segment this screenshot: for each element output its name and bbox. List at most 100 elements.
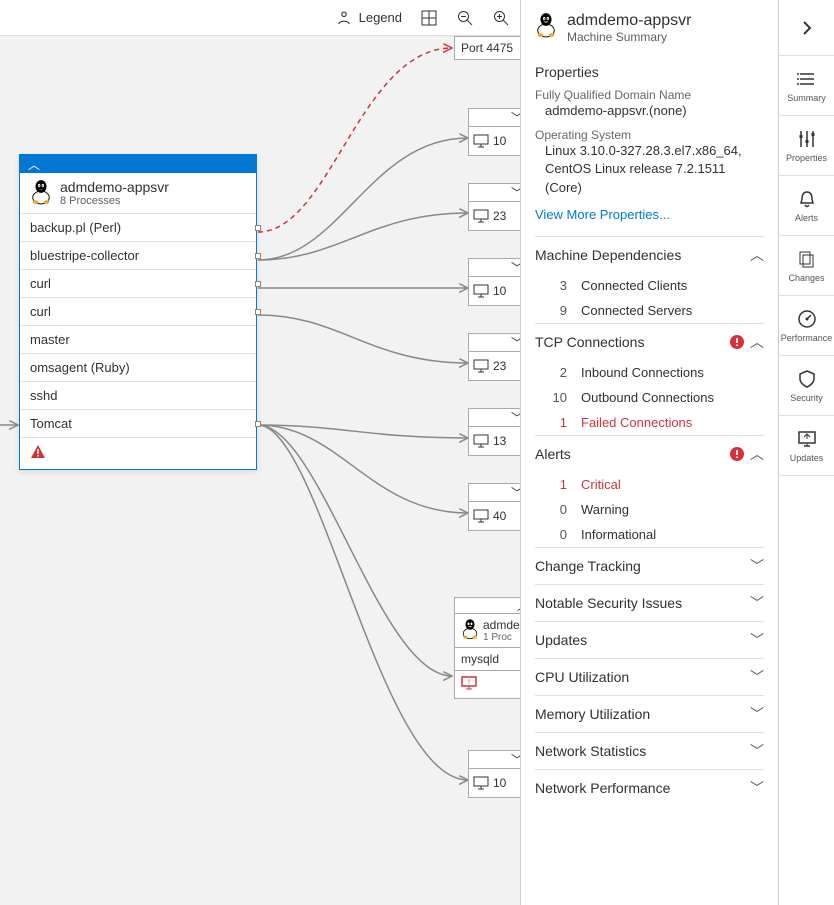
process-item[interactable]: backup.pl (Perl) (20, 213, 256, 241)
os-value: Linux 3.10.0-327.28.3.el7.x86_64, CentOS… (535, 142, 764, 197)
section-network-statistics[interactable]: Network Statistics﹀ (535, 732, 764, 769)
fit-screen-button[interactable] (420, 9, 438, 27)
tux-icon (461, 618, 479, 640)
machine-name: admdemo-appsvr (60, 179, 169, 195)
rail-item-updates[interactable]: Updates (779, 416, 834, 476)
view-more-properties-link[interactable]: View More Properties... (535, 207, 670, 222)
tcp-row[interactable]: 2Inbound Connections (535, 360, 764, 385)
svg-text:!: ! (468, 679, 470, 686)
zoom-out-button[interactable] (456, 9, 474, 27)
server-group-node[interactable]: ﹀ 10 (468, 750, 528, 798)
properties-heading: Properties (535, 64, 764, 80)
section-network-performance[interactable]: Network Performance﹀ (535, 769, 764, 806)
process-item[interactable]: bluestripe-collector (20, 241, 256, 269)
zoom-in-button[interactable] (492, 9, 510, 27)
chevron-up-icon: ︿ (750, 444, 764, 464)
server-group-count: 13 (493, 434, 506, 448)
shield-icon (797, 369, 817, 389)
alert-row[interactable]: 0Warning (535, 497, 764, 522)
tcp-row-failed[interactable]: 1Failed Connections (535, 410, 764, 435)
section-updates[interactable]: Updates﹀ (535, 621, 764, 658)
rail-item-properties[interactable]: Properties (779, 116, 834, 176)
server-group-node[interactable]: ﹀ 40 (468, 483, 528, 531)
monitor-icon (473, 775, 489, 791)
chevron-down-icon: ﹀ (750, 667, 764, 687)
changes-icon (797, 249, 817, 269)
sliders-icon (797, 129, 817, 149)
panel-title: admdemo-appsvr (567, 12, 692, 30)
panel-subtitle: Machine Summary (567, 30, 692, 44)
rail-expand-button[interactable] (779, 0, 834, 56)
section-notable-security-issues[interactable]: Notable Security Issues﹀ (535, 584, 764, 621)
section-machine-dependencies[interactable]: Machine Dependencies ︿ (535, 236, 764, 273)
server-group-node[interactable]: ﹀ 13 (468, 408, 528, 456)
server-group-count: 10 (493, 134, 506, 148)
os-label: Operating System (535, 128, 764, 142)
monitor-update-icon (797, 429, 817, 449)
rail-item-performance[interactable]: Performance (779, 296, 834, 356)
process-item[interactable]: master (20, 325, 256, 353)
chevron-right-icon (800, 21, 814, 35)
server-group-count: 23 (493, 359, 506, 373)
server-group-count: 10 (493, 776, 506, 790)
section-alerts[interactable]: Alerts ︿ (535, 435, 764, 472)
rail-item-security[interactable]: Security (779, 356, 834, 416)
monitor-icon (473, 358, 489, 374)
map-toolbar: Legend (0, 0, 520, 36)
server-group-node[interactable]: ﹀ 10 (468, 108, 528, 156)
rail-item-alerts[interactable]: Alerts (779, 176, 834, 236)
server-group-node[interactable]: ﹀ 23 (468, 183, 528, 231)
process-item[interactable]: curl (20, 269, 256, 297)
process-item[interactable]: omsagent (Ruby) (20, 353, 256, 381)
dependency-row[interactable]: 3Connected Clients (535, 273, 764, 298)
machine-title-row: admdemo-appsvr 8 Processes (20, 173, 256, 213)
fqdn-value: admdemo-appsvr.(none) (535, 102, 764, 120)
alert-row[interactable]: 0Informational (535, 522, 764, 547)
bell-icon (797, 189, 817, 209)
chevron-down-icon: ﹀ (750, 556, 764, 576)
details-panel-header: admdemo-appsvr Machine Summary (521, 0, 778, 50)
legend-button[interactable]: Legend (335, 9, 402, 27)
section-cpu-utilization[interactable]: CPU Utilization﹀ (535, 658, 764, 695)
gauge-icon (797, 309, 817, 329)
section-tcp-connections[interactable]: TCP Connections ︿ (535, 323, 764, 360)
tcp-row[interactable]: 10Outbound Connections (535, 385, 764, 410)
section-change-tracking[interactable]: Change Tracking﹀ (535, 547, 764, 584)
section-memory-utilization[interactable]: Memory Utilization﹀ (535, 695, 764, 732)
machine-alert-indicator[interactable] (20, 437, 256, 469)
monitor-icon (473, 208, 489, 224)
alert-row-critical[interactable]: 1Critical (535, 472, 764, 497)
server-group-count: 10 (493, 284, 506, 298)
chevron-up-icon: ︿ (750, 245, 764, 265)
monitor-icon (473, 283, 489, 299)
server-group-node[interactable]: ﹀ 10 (468, 258, 528, 306)
right-nav-rail: Summary Properties Alerts Changes Perfor… (778, 0, 834, 905)
person-icon (335, 9, 353, 27)
monitor-icon (473, 508, 489, 524)
process-item[interactable]: sshd (20, 381, 256, 409)
tux-icon (535, 12, 557, 38)
chevron-up-icon: ︿ (750, 332, 764, 352)
error-badge-icon (730, 335, 744, 349)
fqdn-label: Fully Qualified Domain Name (535, 88, 764, 102)
server-group-count: 23 (493, 209, 506, 223)
list-icon (797, 69, 817, 89)
machine-process-count: 8 Processes (60, 195, 169, 207)
tux-icon (30, 179, 52, 205)
port-node-label: Port 4475 (461, 41, 513, 55)
machine-node-card[interactable]: ︿ admdemo-appsvr 8 Processes backup.pl (… (19, 154, 257, 470)
server-group-count: 40 (493, 509, 506, 523)
rail-item-changes[interactable]: Changes (779, 236, 834, 296)
monitor-alert-icon: ! (461, 675, 477, 691)
chevron-up-icon: ︿ (28, 156, 40, 173)
process-item[interactable]: curl (20, 297, 256, 325)
chevron-down-icon: ﹀ (750, 778, 764, 798)
server-group-node[interactable]: ﹀ 23 (468, 333, 528, 381)
rail-item-summary[interactable]: Summary (779, 56, 834, 116)
process-item[interactable]: Tomcat (20, 409, 256, 437)
machine-card-collapse-button[interactable]: ︿ (20, 155, 256, 173)
dependency-row[interactable]: 9Connected Servers (535, 298, 764, 323)
chevron-down-icon: ﹀ (750, 741, 764, 761)
error-badge-icon (730, 447, 744, 461)
monitor-icon (473, 133, 489, 149)
